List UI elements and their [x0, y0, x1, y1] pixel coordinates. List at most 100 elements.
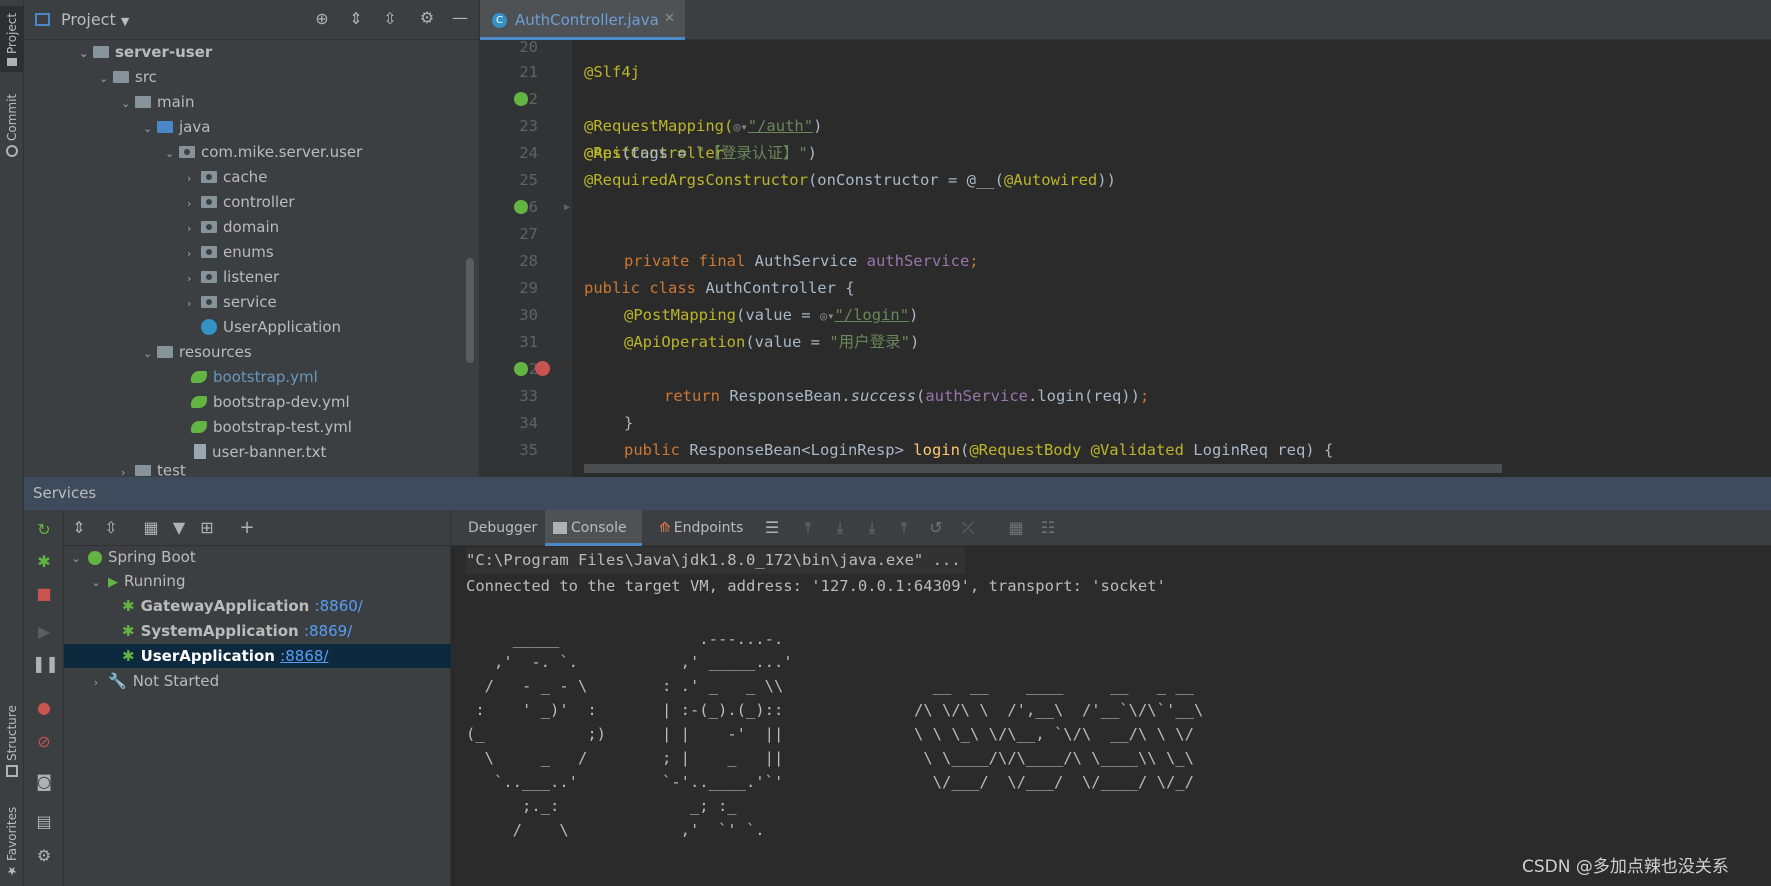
- tree-item-listener[interactable]: › listener: [187, 265, 279, 289]
- debug-icon[interactable]: ✱: [32, 552, 56, 571]
- globe-icon[interactable]: ◎▾: [733, 120, 747, 134]
- service-gateway-application[interactable]: ✱ GatewayApplication :8860/: [122, 594, 363, 618]
- breakpoint-icon[interactable]: [535, 361, 550, 376]
- camera-icon[interactable]: ◙: [32, 772, 56, 791]
- menu-icon[interactable]: ☰: [763, 518, 781, 537]
- group-by-icon[interactable]: ▦: [140, 518, 162, 537]
- left-tool-strip: Project Commit Structure ★ Favorites: [0, 0, 24, 886]
- services-tool-column: ↻ ✱ ■ ▶ ❚❚ ● ⊘ ◙ ▤ ⚙: [24, 510, 64, 886]
- structure-icon: [6, 764, 18, 777]
- table-icon[interactable]: ▦: [1007, 518, 1025, 537]
- module-folder-icon: [93, 45, 109, 58]
- tree-running[interactable]: ⌄ ▶ Running: [84, 569, 185, 593]
- tree-spring-boot[interactable]: ⌄ Spring Boot: [64, 545, 195, 569]
- port-link[interactable]: :8860/: [315, 597, 363, 615]
- tree-item-bootstrap-test-yml[interactable]: bootstrap-test.yml: [191, 415, 352, 439]
- tree-item-server-user[interactable]: ⌄ server-user: [79, 40, 212, 64]
- endpoint-gutter-icon[interactable]: [514, 362, 528, 376]
- text-file-icon: [194, 444, 206, 459]
- tree-not-started[interactable]: › 🔧 Not Started: [84, 669, 219, 693]
- tree-item-bootstrap-dev-yml[interactable]: bootstrap-dev.yml: [191, 390, 350, 414]
- project-view-selector[interactable]: Project ▼: [61, 10, 129, 29]
- tab-endpoints[interactable]: ⟰ Endpoints: [659, 510, 743, 546]
- favorites-tool-tab[interactable]: ★ Favorites: [0, 800, 24, 884]
- commit-icon: [6, 144, 18, 157]
- package-icon: [201, 245, 217, 258]
- code-area[interactable]: 20 21 @Slf4j 22 @RestController 23 @Reques…: [480, 34, 1771, 474]
- project-scrollbar[interactable]: [466, 258, 474, 363]
- yaml-icon: [191, 395, 207, 408]
- show-execution-point-icon[interactable]: ⤒: [799, 518, 817, 538]
- folder-icon: [135, 95, 151, 108]
- mute-breakpoints-icon[interactable]: ⊘: [32, 732, 56, 751]
- tab-console[interactable]: Console: [545, 510, 642, 546]
- gear-icon[interactable]: ⚙: [32, 846, 56, 865]
- service-user-application[interactable]: ✱ UserApplication :8868/: [122, 644, 328, 668]
- tree-item-test[interactable]: › test: [121, 465, 186, 477]
- step-into-icon[interactable]: ⤓: [863, 518, 881, 538]
- tree-item-user-banner-txt[interactable]: user-banner.txt: [194, 440, 326, 464]
- tree-item-userapplication[interactable]: UserApplication: [201, 315, 341, 339]
- package-icon: [201, 220, 217, 233]
- settings-table-icon[interactable]: ☷: [1039, 518, 1057, 537]
- step-over-icon[interactable]: ⤓: [831, 518, 849, 538]
- tree-item-domain[interactable]: › domain: [187, 215, 279, 239]
- tree-item-bootstrap-yml[interactable]: bootstrap.yml: [191, 365, 318, 389]
- source-folder-icon: [157, 120, 173, 133]
- console-line: Connected to the target VM, address: '12…: [466, 577, 1166, 595]
- hide-panel-icon[interactable]: —: [450, 8, 470, 27]
- tree-item-src[interactable]: ⌄ src: [99, 65, 157, 89]
- tree-item-enums[interactable]: › enums: [187, 240, 274, 264]
- tree-item-resources[interactable]: ⌄ resources: [143, 340, 252, 364]
- tree-item-package[interactable]: ⌄ com.mike.server.user: [165, 140, 362, 164]
- fold-arrow-icon[interactable]: ▶: [564, 194, 570, 221]
- evaluate-icon[interactable]: ⤫: [959, 518, 977, 538]
- spring-bean-gutter-icon[interactable]: [514, 200, 528, 214]
- commit-tool-tab[interactable]: Commit: [0, 92, 24, 158]
- new-tab-icon[interactable]: ⊞: [196, 518, 218, 537]
- package-icon: [201, 295, 217, 308]
- collapse-all-icon[interactable]: ⇳: [380, 9, 400, 28]
- port-link[interactable]: :8869/: [304, 622, 352, 640]
- port-link[interactable]: :8868/: [280, 647, 328, 665]
- expand-all-icon[interactable]: ⇕: [68, 518, 90, 537]
- spring-boot-icon: [88, 550, 102, 565]
- tree-item-java[interactable]: ⌄ java: [143, 115, 210, 139]
- console-line: "C:\Program Files\Java\jdk1.8.0_172\bin\…: [466, 547, 965, 574]
- tree-item-main[interactable]: ⌄ main: [121, 90, 194, 114]
- layout-icon[interactable]: ▤: [32, 812, 56, 831]
- folder-icon: [135, 465, 151, 476]
- close-icon[interactable]: ✕: [664, 11, 675, 26]
- resume-icon[interactable]: ▶: [32, 622, 56, 641]
- endpoints-icon: ⟰: [659, 520, 671, 536]
- tab-debugger[interactable]: Debugger: [468, 510, 537, 546]
- spring-bean-gutter-icon[interactable]: [514, 92, 528, 106]
- project-tool-tab[interactable]: Project: [0, 6, 24, 72]
- add-service-icon[interactable]: +: [236, 517, 258, 538]
- services-toolbar: ⇕ ⇳ ▦ ▼ ⊞ +: [64, 510, 451, 546]
- console-panel: Debugger Console ⟰ Endpoints ☰ ⤒ ⤓ ⤓ ⤒ ↺ …: [451, 510, 1771, 886]
- package-icon: [179, 145, 195, 158]
- services-header: Services: [24, 477, 1771, 510]
- tree-item-cache[interactable]: › cache: [187, 165, 267, 189]
- structure-tool-tab[interactable]: Structure: [0, 700, 24, 782]
- yaml-icon: [191, 420, 207, 433]
- stop-icon[interactable]: ■: [32, 584, 56, 603]
- editor-horizontal-scrollbar[interactable]: [584, 464, 1502, 473]
- pause-icon[interactable]: ❚❚: [32, 654, 59, 673]
- globe-icon[interactable]: ◎▾: [820, 309, 834, 323]
- view-breakpoints-icon[interactable]: ●: [32, 698, 56, 717]
- filter-icon[interactable]: ▼: [168, 518, 190, 537]
- locate-icon[interactable]: ⊕: [312, 9, 332, 28]
- package-icon: [201, 270, 217, 283]
- tree-item-service[interactable]: › service: [187, 290, 277, 314]
- project-panel: Project ▼ ⊕ ⇕ ⇳ ⚙ — ⌄ server-user ⌄ src ⌄ m…: [24, 0, 479, 477]
- collapse-all-icon[interactable]: ⇳: [100, 518, 122, 537]
- gear-icon[interactable]: ⚙: [417, 8, 437, 27]
- tree-item-controller[interactable]: › controller: [187, 190, 295, 214]
- run-to-cursor-icon[interactable]: ↺: [927, 518, 945, 537]
- service-system-application[interactable]: ✱ SystemApplication :8869/: [122, 619, 352, 643]
- expand-all-icon[interactable]: ⇕: [346, 9, 366, 28]
- step-out-icon[interactable]: ⤒: [895, 518, 913, 538]
- rerun-icon[interactable]: ↻: [32, 520, 56, 539]
